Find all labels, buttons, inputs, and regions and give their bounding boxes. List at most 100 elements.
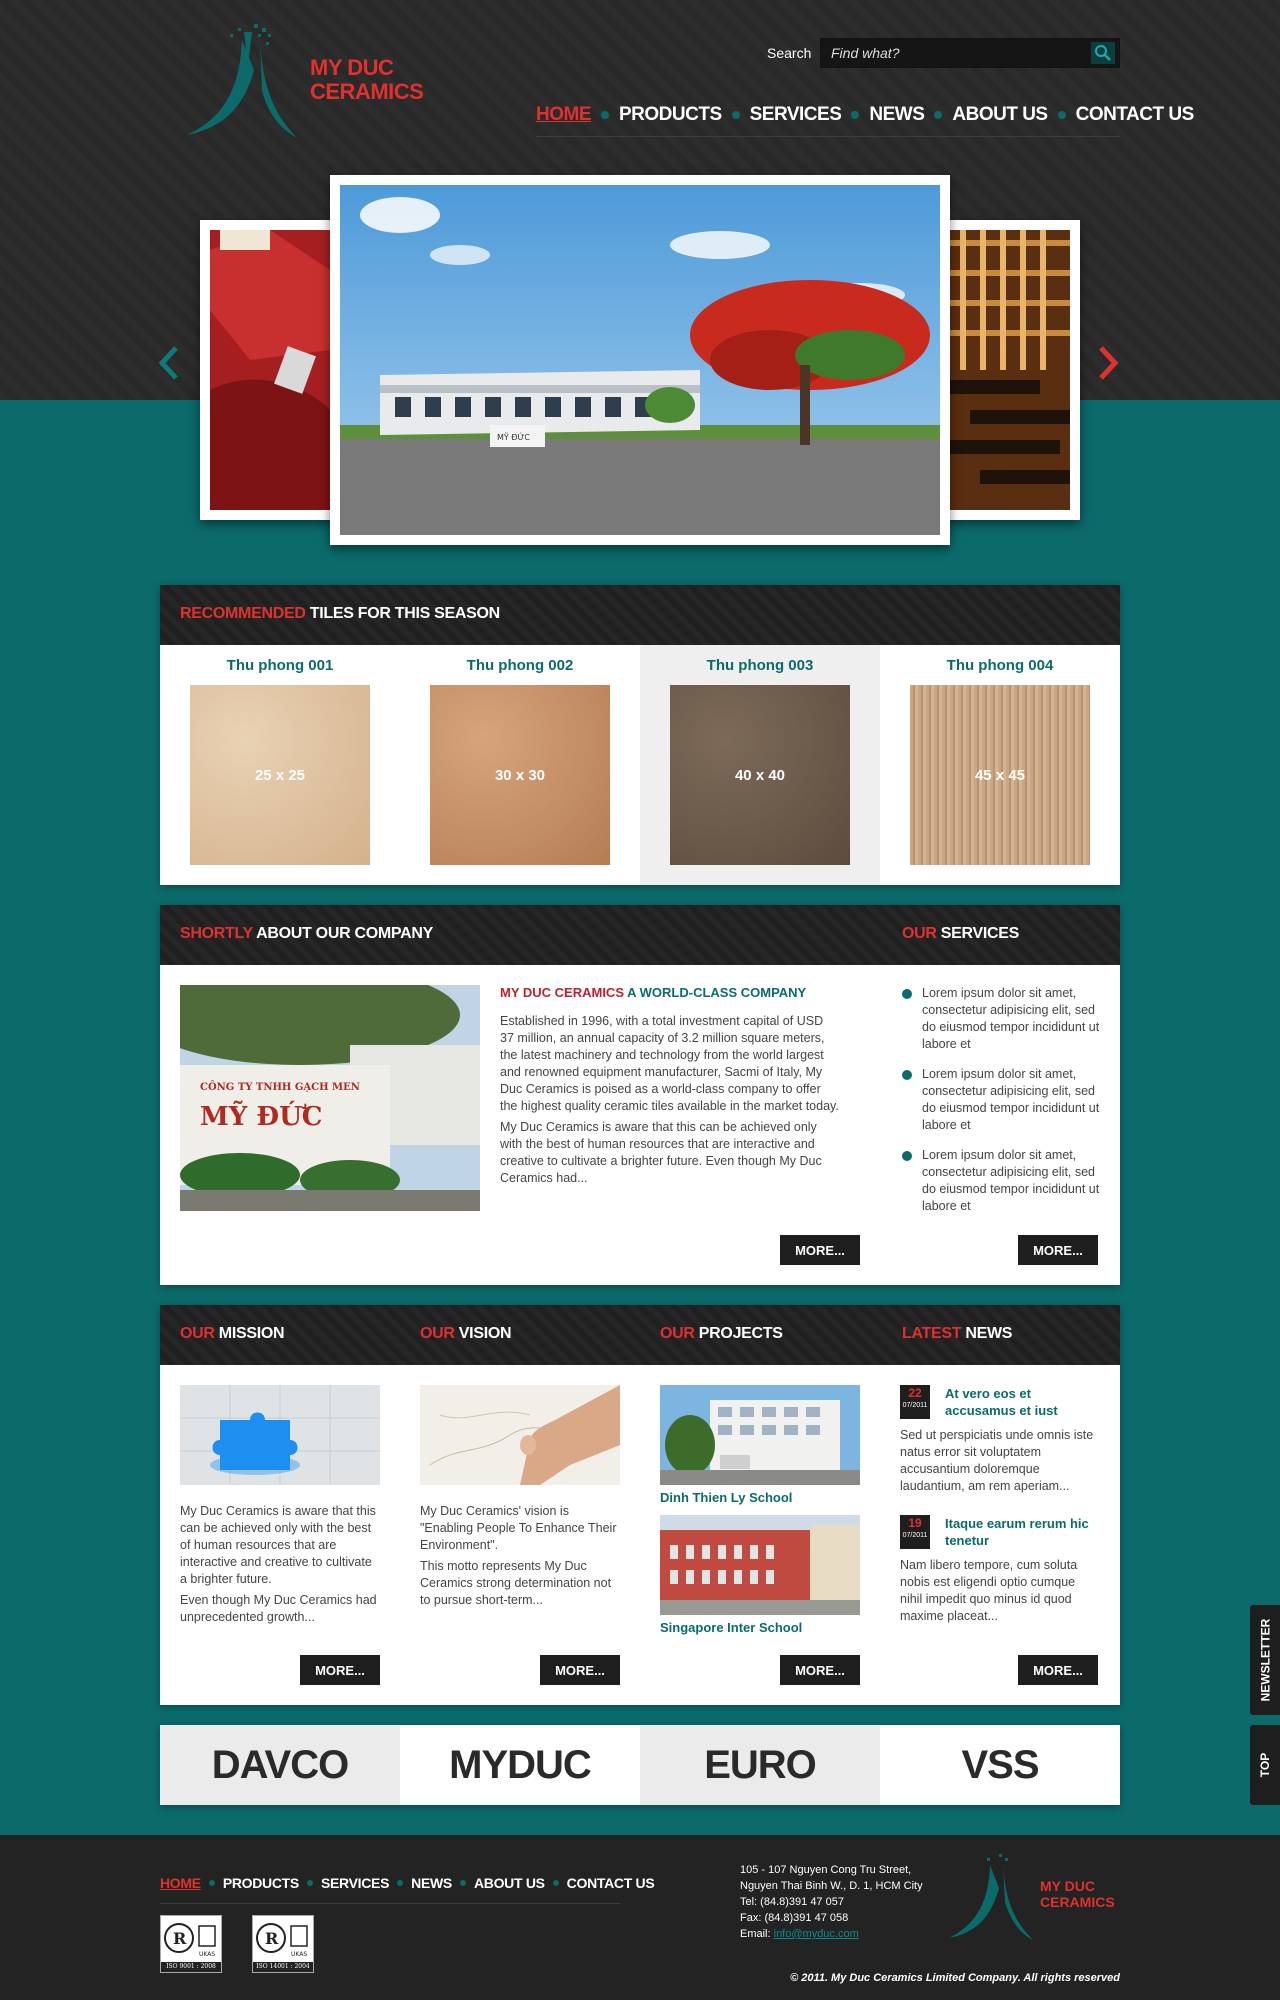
nav-products[interactable]: PRODUCTS (619, 104, 722, 126)
tile-name[interactable]: Thu phong 004 (880, 645, 1120, 674)
news-body: Sed ut perspiciatis unde omnis iste natu… (900, 1428, 1094, 1493)
back-to-top-tab[interactable]: TOP (1250, 1725, 1280, 1805)
search-input[interactable] (821, 39, 1081, 67)
slide-next-preview[interactable] (940, 220, 1080, 520)
factory-image: MỸ ĐỨC (340, 185, 940, 535)
project-name[interactable]: Dinh Thien Ly School (660, 1490, 792, 1505)
company-sign-image: CÔNG TY TNHH GẠCH MEN MỸ ĐỨC (180, 985, 480, 1211)
recommended-tiles-panel: RECOMMENDED TILES FOR THIS SEASON Thu ph… (160, 585, 1120, 885)
newsletter-tab[interactable]: NEWSLETTER (1250, 1605, 1280, 1715)
project-image[interactable] (660, 1385, 860, 1485)
projects-more-button[interactable]: MORE... (780, 1655, 860, 1685)
news-more-button[interactable]: MORE... (1018, 1655, 1098, 1685)
services-more-button[interactable]: MORE... (1018, 1235, 1098, 1265)
tile-swatch[interactable]: 25 x 25 (190, 685, 370, 865)
tile-swatch[interactable]: 40 x 40 (670, 685, 850, 865)
brand-logo-euro[interactable]: EURO (640, 1725, 880, 1805)
nav-about-us[interactable]: ABOUT US (952, 104, 1048, 126)
tile-card[interactable]: Thu phong 003 40 x 40 (640, 645, 880, 885)
tile-swatch[interactable]: 30 x 30 (430, 685, 610, 865)
mission-more-button[interactable]: MORE... (300, 1655, 380, 1685)
footer-logo[interactable]: MY DUC CERAMICS (945, 1850, 1125, 1950)
vision-image (420, 1385, 620, 1485)
logo-text-line1: MY DUC (310, 55, 394, 80)
school-building-image (660, 1385, 860, 1485)
recommended-title: RECOMMENDED TILES FOR THIS SEASON (180, 605, 500, 623)
news-title[interactable]: At vero eos et accusamus et iust (945, 1385, 1100, 1419)
title-accent: SHORTLY (180, 925, 253, 942)
sign-line2: MỸ ĐỨC (200, 1100, 322, 1132)
tile-name[interactable]: Thu phong 001 (160, 645, 400, 674)
panel-header: OUR MISSION OUR VISION OUR PROJECTS LATE… (160, 1305, 1120, 1365)
vision-paragraph: My Duc Ceramics' vision is "Enabling Peo… (420, 1504, 617, 1552)
about-paragraph: My Duc Ceramics is aware that this can b… (500, 1120, 822, 1185)
tile-card[interactable]: Thu phong 001 25 x 25 (160, 645, 400, 885)
brand-logo-davco[interactable]: DAVCO (160, 1725, 400, 1805)
news-title[interactable]: Itaque earum rerum hic tenetur (945, 1515, 1100, 1549)
nav-separator (934, 111, 943, 119)
footer-nav-news[interactable]: NEWS (411, 1875, 452, 1891)
about-title: SHORTLY ABOUT OUR COMPANY (180, 925, 433, 943)
footer-nav-contact-us[interactable]: CONTACT US (567, 1875, 655, 1891)
nav-separator (731, 111, 740, 119)
title-text: MISSION (214, 1325, 285, 1342)
mission-text: My Duc Ceramics is aware that this can b… (180, 1503, 380, 1630)
footer-nav-separator (208, 1880, 215, 1886)
about-more-button[interactable]: MORE... (780, 1235, 860, 1265)
logo-mark-icon (949, 1854, 1033, 1940)
panel-header: SHORTLY ABOUT OUR COMPANY OUR SERVICES (160, 905, 1120, 965)
sign-caption: MỸ ĐỨC (497, 431, 530, 442)
iso-9001-badge: R UKAS ISO 9001 : 2008 (160, 1915, 222, 1973)
cert-org: UKAS (291, 1951, 307, 1958)
nav-separator (1057, 111, 1066, 119)
email-link[interactable]: info@myduc.com (774, 1928, 859, 1940)
footer-nav-home[interactable]: HOME (160, 1875, 201, 1891)
tile-card[interactable]: Thu phong 004 45 x 45 (880, 645, 1120, 885)
certification-icon: R UKAS (164, 1923, 216, 1958)
footer-nav-divider (160, 1903, 620, 1904)
footer-nav-separator (552, 1880, 559, 1886)
project-name[interactable]: Singapore Inter School (660, 1620, 802, 1635)
heading-text: A WORLD-CLASS COMPANY (624, 985, 807, 1000)
tile-name[interactable]: Thu phong 003 (640, 645, 880, 674)
footer-nav-about-us[interactable]: ABOUT US (474, 1875, 545, 1891)
tile-swatch[interactable]: 45 x 45 (910, 685, 1090, 865)
nav-services[interactable]: SERVICES (750, 104, 842, 126)
project-image[interactable] (660, 1515, 860, 1615)
chevron-right-icon (1099, 346, 1119, 380)
cert-caption: ISO 9001 : 2008 (161, 1962, 221, 1972)
email-row: Email: info@myduc.com (740, 1926, 955, 1942)
site-logo[interactable]: MY DUC CERAMICS (182, 20, 424, 145)
vision-column: My Duc Ceramics' vision is "Enabling Peo… (400, 1365, 640, 1705)
tile-name[interactable]: Thu phong 002 (400, 645, 640, 674)
service-item[interactable]: Lorem ipsum dolor sit amet, consectetur … (902, 1147, 1102, 1215)
service-item[interactable]: Lorem ipsum dolor sit amet, consectetur … (902, 1066, 1102, 1134)
panel-header: RECOMMENDED TILES FOR THIS SEASON (160, 585, 1120, 645)
tile-size: 30 x 30 (494, 766, 546, 784)
nav-news[interactable]: NEWS (869, 104, 925, 126)
slide-main[interactable]: MỸ ĐỨC (330, 175, 950, 545)
service-item[interactable]: Lorem ipsum dolor sit amet, consectetur … (902, 985, 1102, 1053)
brand-logo-vss[interactable]: VSS (880, 1725, 1120, 1805)
email-label: Email: (740, 1928, 774, 1940)
vision-more-button[interactable]: MORE... (540, 1655, 620, 1685)
tile-card[interactable]: Thu phong 002 30 x 30 (400, 645, 640, 885)
nav-contact-us[interactable]: CONTACT US (1076, 104, 1195, 126)
search-box (820, 38, 1120, 68)
footer-nav-products[interactable]: PRODUCTS (223, 1875, 299, 1891)
slide-prev-preview[interactable] (200, 220, 340, 520)
title-text: VISION (454, 1325, 512, 1342)
title-text: SERVICES (936, 925, 1020, 942)
map-finger-image (420, 1385, 620, 1485)
newsletter-label: NEWSLETTER (1258, 1618, 1273, 1702)
footer-logo-line1: MY DUC (1040, 1878, 1095, 1894)
main-nav: HOME PRODUCTS SERVICES NEWS ABOUT US CON… (536, 100, 1194, 130)
heading-accent: MY DUC CERAMICS (500, 985, 624, 1000)
tiles-row: Thu phong 001 25 x 25 Thu phong 002 30 x… (160, 645, 1120, 885)
projects-title: OUR PROJECTS (660, 1325, 783, 1343)
footer-nav-services[interactable]: SERVICES (321, 1875, 389, 1891)
nav-home[interactable]: HOME (536, 104, 592, 126)
search-button[interactable] (1091, 42, 1115, 64)
fax: Fax: (84.8)391 47 058 (740, 1912, 849, 1924)
brand-logo-myduc[interactable]: MYDUC (400, 1725, 640, 1805)
